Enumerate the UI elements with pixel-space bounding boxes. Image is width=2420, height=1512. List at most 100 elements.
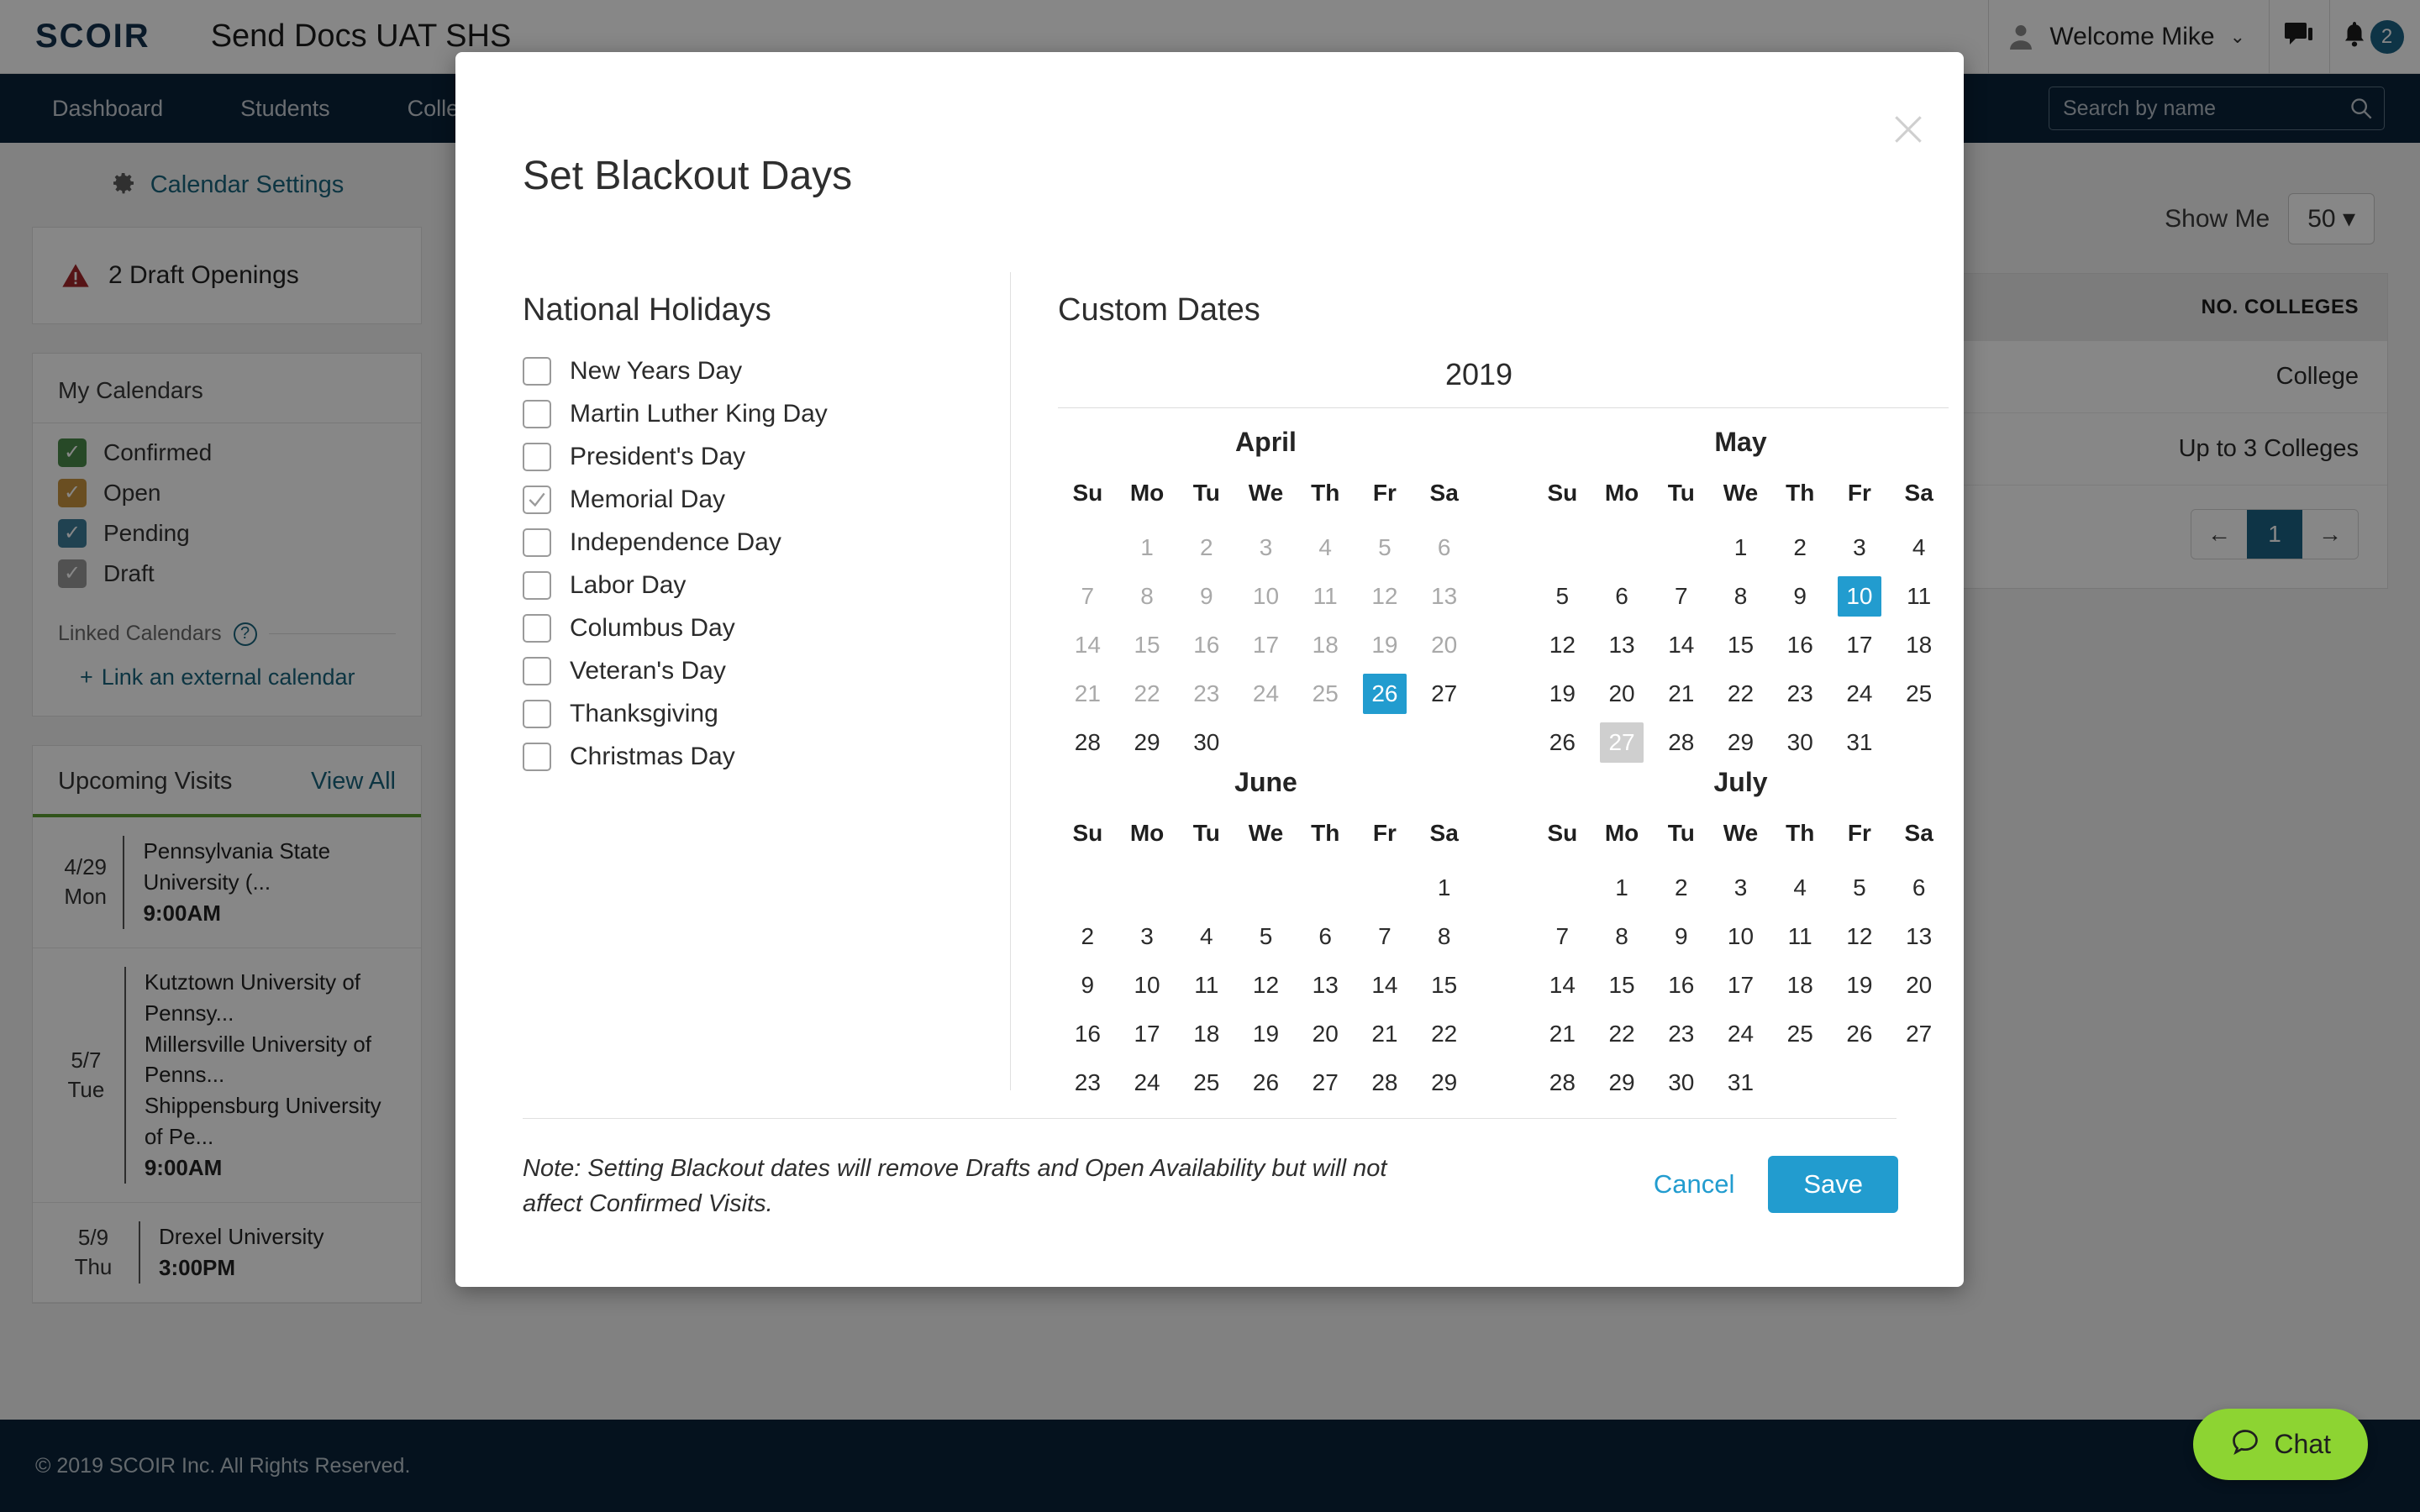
calendar-day[interactable]: 29 (1414, 1058, 1474, 1090)
calendar-day[interactable]: 29 (1592, 1058, 1652, 1090)
calendar-day[interactable]: 22 (1711, 669, 1770, 718)
calendar-day[interactable]: 21 (1355, 1010, 1415, 1058)
calendar-day[interactable]: 8 (1414, 912, 1474, 961)
holiday-checkbox-row[interactable]: Independence Day (523, 528, 1010, 557)
calendar-day-selected[interactable]: 26 (1355, 669, 1415, 718)
calendar-day[interactable]: 14 (1533, 961, 1592, 1010)
holiday-checkbox-row[interactable]: Veteran's Day (523, 657, 1010, 685)
checkbox-unchecked-icon[interactable] (523, 528, 551, 557)
calendar-day[interactable]: 30 (1176, 718, 1236, 767)
calendar-day[interactable]: 9 (1770, 572, 1830, 621)
calendar-day[interactable]: 3 (1830, 523, 1890, 572)
calendar-day-holiday[interactable]: 27 (1592, 718, 1652, 767)
calendar-day[interactable]: 10 (1711, 912, 1770, 961)
calendar-day[interactable]: 20 (1889, 961, 1949, 1010)
calendar-day[interactable]: 16 (1770, 621, 1830, 669)
calendar-day[interactable]: 2 (1770, 523, 1830, 572)
calendar-day[interactable]: 29 (1118, 718, 1177, 767)
calendar-day[interactable]: 4 (1176, 912, 1236, 961)
save-button[interactable]: Save (1768, 1156, 1898, 1213)
calendar-day[interactable]: 26 (1236, 1058, 1296, 1090)
calendar-day[interactable]: 24 (1711, 1010, 1770, 1058)
checkbox-unchecked-icon[interactable] (523, 571, 551, 600)
calendar-day[interactable]: 17 (1118, 1010, 1177, 1058)
calendar-day[interactable]: 25 (1889, 669, 1949, 718)
holiday-checkbox-row[interactable]: Memorial Day (523, 486, 1010, 514)
calendar-day[interactable]: 23 (1651, 1010, 1711, 1058)
calendar-day[interactable]: 31 (1830, 718, 1890, 767)
checkbox-unchecked-icon[interactable] (523, 743, 551, 771)
calendar-day[interactable]: 2 (1058, 912, 1118, 961)
calendar-day[interactable]: 12 (1830, 912, 1890, 961)
calendar-day[interactable]: 18 (1176, 1010, 1236, 1058)
holiday-checkbox-row[interactable]: Thanksgiving (523, 700, 1010, 728)
calendar-day[interactable]: 6 (1889, 864, 1949, 912)
holiday-checkbox-row[interactable]: Christmas Day (523, 743, 1010, 771)
calendar-day[interactable]: 11 (1889, 572, 1949, 621)
calendar-day-selected[interactable]: 10 (1830, 572, 1890, 621)
calendar-day[interactable]: 28 (1651, 718, 1711, 767)
holiday-checkbox-row[interactable]: President's Day (523, 443, 1010, 471)
calendar-day[interactable]: 17 (1830, 621, 1890, 669)
holiday-checkbox-row[interactable]: Labor Day (523, 571, 1010, 600)
calendar-day[interactable]: 19 (1236, 1010, 1296, 1058)
calendar-day[interactable]: 3 (1711, 864, 1770, 912)
calendar-day[interactable]: 30 (1770, 718, 1830, 767)
calendar-day[interactable]: 7 (1651, 572, 1711, 621)
calendar-day[interactable]: 23 (1770, 669, 1830, 718)
calendar-day[interactable]: 1 (1414, 864, 1474, 912)
calendar-day[interactable]: 27 (1414, 669, 1474, 718)
calendar-day[interactable]: 8 (1592, 912, 1652, 961)
calendar-day[interactable]: 25 (1770, 1010, 1830, 1058)
calendar-day[interactable]: 10 (1118, 961, 1177, 1010)
holiday-checkbox-row[interactable]: Columbus Day (523, 614, 1010, 643)
calendar-day[interactable]: 15 (1592, 961, 1652, 1010)
calendar-day[interactable]: 28 (1355, 1058, 1415, 1090)
calendar-day[interactable]: 19 (1830, 961, 1890, 1010)
calendar-day[interactable]: 11 (1770, 912, 1830, 961)
calendar-day[interactable]: 24 (1830, 669, 1890, 718)
calendar-day[interactable]: 13 (1889, 912, 1949, 961)
cancel-button[interactable]: Cancel (1654, 1169, 1735, 1200)
calendar-day[interactable]: 18 (1889, 621, 1949, 669)
calendar-day[interactable]: 23 (1058, 1058, 1118, 1090)
checkbox-unchecked-icon[interactable] (523, 657, 551, 685)
calendar-day[interactable]: 28 (1058, 718, 1118, 767)
calendar-day[interactable]: 19 (1533, 669, 1592, 718)
calendar-day[interactable]: 17 (1711, 961, 1770, 1010)
calendar-day[interactable]: 14 (1355, 961, 1415, 1010)
calendar-day[interactable]: 4 (1889, 523, 1949, 572)
calendar-day[interactable]: 9 (1058, 961, 1118, 1010)
checkbox-unchecked-icon[interactable] (523, 700, 551, 728)
calendar-day[interactable]: 27 (1296, 1058, 1355, 1090)
calendar-day[interactable]: 6 (1296, 912, 1355, 961)
calendar-day[interactable]: 5 (1533, 572, 1592, 621)
calendar-day[interactable]: 13 (1592, 621, 1652, 669)
calendar-day[interactable]: 5 (1830, 864, 1890, 912)
calendar-day[interactable]: 27 (1889, 1010, 1949, 1058)
calendar-day[interactable]: 15 (1711, 621, 1770, 669)
calendar-day[interactable]: 18 (1770, 961, 1830, 1010)
calendar-day[interactable]: 28 (1533, 1058, 1592, 1090)
holiday-checkbox-row[interactable]: New Years Day (523, 357, 1010, 386)
calendar-day[interactable]: 15 (1414, 961, 1474, 1010)
calendar-day[interactable]: 6 (1592, 572, 1652, 621)
holiday-checkbox-row[interactable]: Martin Luther King Day (523, 400, 1010, 428)
calendar-day[interactable]: 13 (1296, 961, 1355, 1010)
calendar-day[interactable]: 7 (1355, 912, 1415, 961)
calendar-day[interactable]: 4 (1770, 864, 1830, 912)
close-icon[interactable] (1890, 111, 1927, 148)
calendar-day[interactable]: 11 (1176, 961, 1236, 1010)
calendar-day[interactable]: 14 (1651, 621, 1711, 669)
calendar-day[interactable]: 29 (1711, 718, 1770, 767)
calendar-day[interactable]: 24 (1118, 1058, 1177, 1090)
calendar-day[interactable]: 9 (1651, 912, 1711, 961)
calendar-day[interactable]: 7 (1533, 912, 1592, 961)
calendar-day[interactable]: 20 (1592, 669, 1652, 718)
calendar-day[interactable]: 12 (1236, 961, 1296, 1010)
checkbox-unchecked-icon[interactable] (523, 357, 551, 386)
calendar-day[interactable]: 5 (1236, 912, 1296, 961)
calendar-day[interactable]: 20 (1296, 1010, 1355, 1058)
calendar-day[interactable]: 1 (1711, 523, 1770, 572)
calendar-day[interactable]: 22 (1592, 1010, 1652, 1058)
